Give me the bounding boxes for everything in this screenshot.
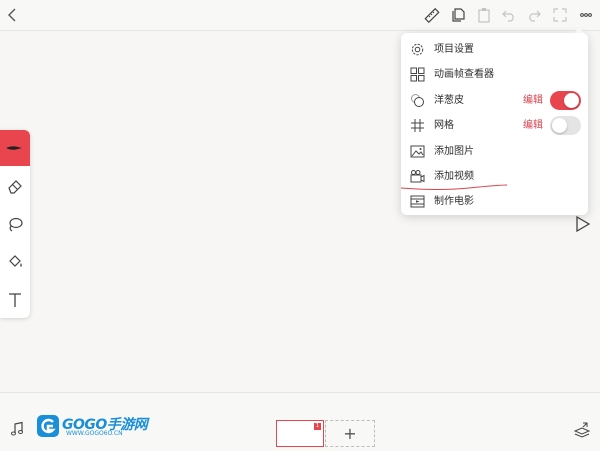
frame-number-badge: 1 [314, 423, 321, 430]
frame-thumbnail[interactable]: 1 [276, 420, 324, 447]
menu-item-label: 网格 [434, 120, 454, 131]
paste-icon[interactable] [473, 4, 495, 26]
top-toolbar [0, 0, 600, 30]
ruler-icon[interactable] [421, 4, 443, 26]
menu-item-add-image[interactable]: 添加图片 [401, 139, 588, 164]
menu-item-label: 项目设置 [434, 44, 474, 55]
movie-icon [410, 194, 425, 209]
text-icon [9, 293, 21, 307]
more-icon[interactable] [575, 4, 597, 26]
fill-bucket-icon [9, 255, 22, 267]
tool-palette [0, 130, 30, 318]
logo-mark [37, 415, 59, 437]
annotation-underline [400, 184, 508, 190]
eraser-icon [8, 180, 22, 194]
grid-edit-link[interactable]: 编辑 [523, 118, 543, 133]
add-frame-button[interactable]: + [325, 420, 375, 447]
grid-view-icon [410, 67, 425, 82]
lasso-tool[interactable] [0, 206, 30, 242]
menu-item-label: 洋葱皮 [434, 95, 464, 106]
image-icon [410, 144, 425, 159]
undo-icon[interactable] [498, 4, 520, 26]
lasso-icon [9, 217, 23, 232]
eraser-tool[interactable] [0, 168, 30, 204]
gear-icon [410, 42, 425, 57]
fullscreen-icon[interactable] [549, 4, 571, 26]
layers-icon[interactable] [573, 421, 591, 439]
menu-item-label: 添加图片 [434, 146, 474, 157]
menu-item-frame-viewer[interactable]: 动画帧查看器 [401, 62, 588, 87]
grid-toggle[interactable] [550, 116, 581, 135]
onion-skin-toggle[interactable] [550, 91, 581, 110]
menu-item-label: 动画帧查看器 [434, 69, 494, 80]
brush-tool[interactable] [0, 130, 30, 166]
back-icon[interactable] [2, 4, 24, 26]
menu-item-project-settings[interactable]: 项目设置 [401, 37, 588, 62]
watermark-logo: GOGO手游网 WWW.GOGO6O.CN [36, 413, 156, 439]
timeline-bar: GOGO手游网 WWW.GOGO6O.CN 1 + [0, 392, 600, 451]
text-tool[interactable] [0, 282, 30, 318]
redo-icon[interactable] [523, 4, 545, 26]
duplicate-icon[interactable] [447, 4, 469, 26]
music-icon[interactable] [9, 421, 25, 437]
menu-item-onion-skin[interactable]: 洋葱皮 编辑 [401, 88, 588, 113]
brush-icon [6, 146, 22, 150]
menu-item-make-movie[interactable]: 制作电影 [401, 189, 588, 214]
menu-item-label: 制作电影 [434, 196, 474, 207]
menu-item-grid[interactable]: 网格 编辑 [401, 113, 588, 138]
fill-bucket-tool[interactable] [0, 244, 30, 280]
onion-skin-icon [410, 93, 425, 108]
onion-skin-edit-link[interactable]: 编辑 [523, 93, 543, 108]
logo-subtext: WWW.GOGO6O.CN [66, 430, 123, 437]
grid-icon [410, 118, 425, 133]
play-icon[interactable] [574, 215, 592, 233]
